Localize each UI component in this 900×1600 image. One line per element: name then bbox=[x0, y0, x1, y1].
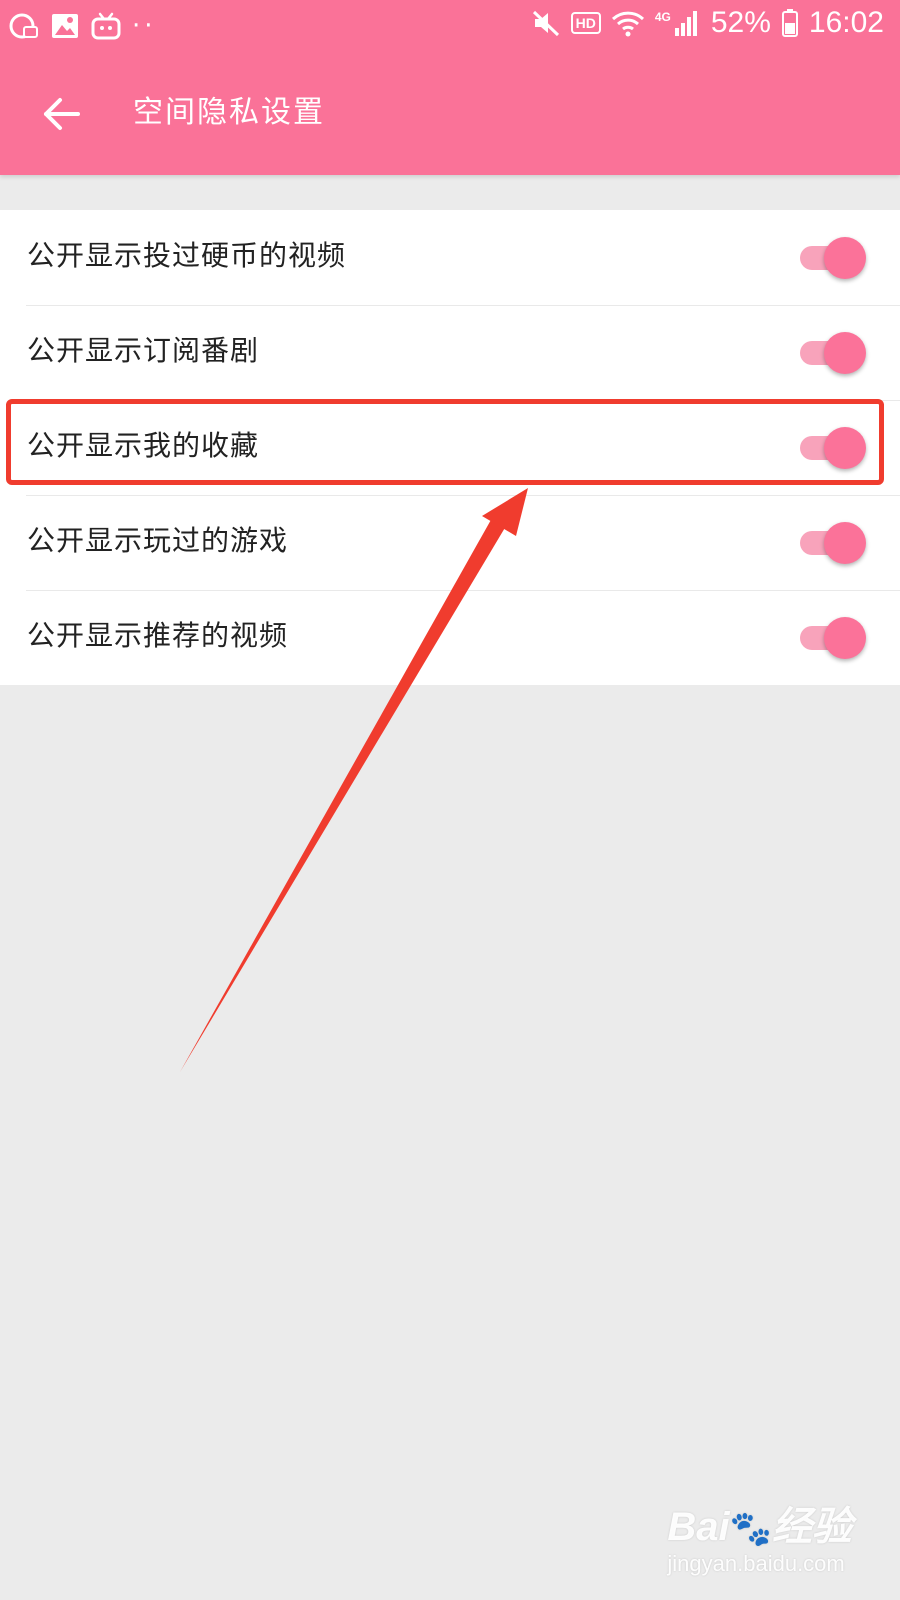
toggle-switch-subscribed-bangumi[interactable] bbox=[800, 332, 866, 374]
hd-icon: HD bbox=[570, 12, 601, 34]
toggle-thumb bbox=[824, 522, 866, 564]
watermark-logo: Bai🐾经验 bbox=[667, 1505, 852, 1551]
setting-row-my-favorites: 公开显示我的收藏 bbox=[0, 400, 900, 495]
toggle-switch-my-favorites[interactable] bbox=[800, 427, 866, 469]
privacy-settings-list: 公开显示投过硬币的视频 公开显示订阅番剧 公开显示我的收藏 公开显示玩过的游戏 … bbox=[0, 210, 900, 685]
setting-label: 公开显示投过硬币的视频 bbox=[27, 239, 347, 272]
watermark-url: jingyan.baidu.com bbox=[667, 1551, 845, 1576]
network-type-label: 4G bbox=[654, 10, 671, 24]
setting-row-subscribed-bangumi: 公开显示订阅番剧 bbox=[0, 305, 900, 400]
setting-label: 公开显示玩过的游戏 bbox=[27, 524, 289, 557]
toggle-thumb bbox=[824, 237, 866, 279]
setting-row-played-games: 公开显示玩过的游戏 bbox=[0, 495, 900, 590]
toggle-switch-recommended-videos[interactable] bbox=[800, 617, 866, 659]
toggle-switch-played-games[interactable] bbox=[800, 522, 866, 564]
image-icon bbox=[52, 14, 78, 38]
setting-label: 公开显示推荐的视频 bbox=[27, 619, 289, 652]
setting-label: 公开显示我的收藏 bbox=[27, 429, 260, 462]
page-title: 空间隐私设置 bbox=[133, 95, 325, 130]
clock: 16:02 bbox=[808, 6, 884, 39]
app-bar: ·· HD 4G 52% 16:02 空间隐私设置 bbox=[0, 0, 900, 175]
signal-icon bbox=[674, 11, 697, 36]
setting-row-coin-videos: 公开显示投过硬币的视频 bbox=[0, 210, 900, 305]
battery-icon bbox=[781, 9, 798, 37]
toggle-thumb bbox=[824, 332, 866, 374]
battery-percent: 52% bbox=[710, 6, 771, 39]
status-right-icons: HD 4G 52% 16:02 bbox=[531, 6, 884, 40]
wifi-icon bbox=[611, 11, 644, 37]
more-notifications-dots: ·· bbox=[132, 11, 157, 41]
watermark-logo-suffix: 经验 bbox=[772, 1505, 852, 1549]
baidu-paw-icon: 🐾 bbox=[729, 1510, 772, 1548]
watermark-logo-prefix: Bai bbox=[667, 1505, 730, 1549]
status-left-icons: ·· bbox=[8, 10, 157, 42]
setting-row-recommended-videos: 公开显示推荐的视频 bbox=[0, 590, 900, 685]
status-bar: ·· HD 4G 52% 16:02 bbox=[0, 0, 900, 56]
setting-label: 公开显示订阅番剧 bbox=[27, 334, 260, 367]
toggle-thumb bbox=[824, 617, 866, 659]
bilibili-icon bbox=[91, 12, 121, 40]
back-arrow-icon[interactable] bbox=[40, 92, 84, 136]
qq-icon bbox=[9, 13, 38, 39]
toggle-switch-coin-videos[interactable] bbox=[800, 237, 866, 279]
mute-icon bbox=[532, 10, 559, 37]
toggle-thumb bbox=[824, 427, 866, 469]
baidu-jingyan-watermark: Bai🐾经验 jingyan.baidu.com bbox=[667, 1505, 852, 1577]
